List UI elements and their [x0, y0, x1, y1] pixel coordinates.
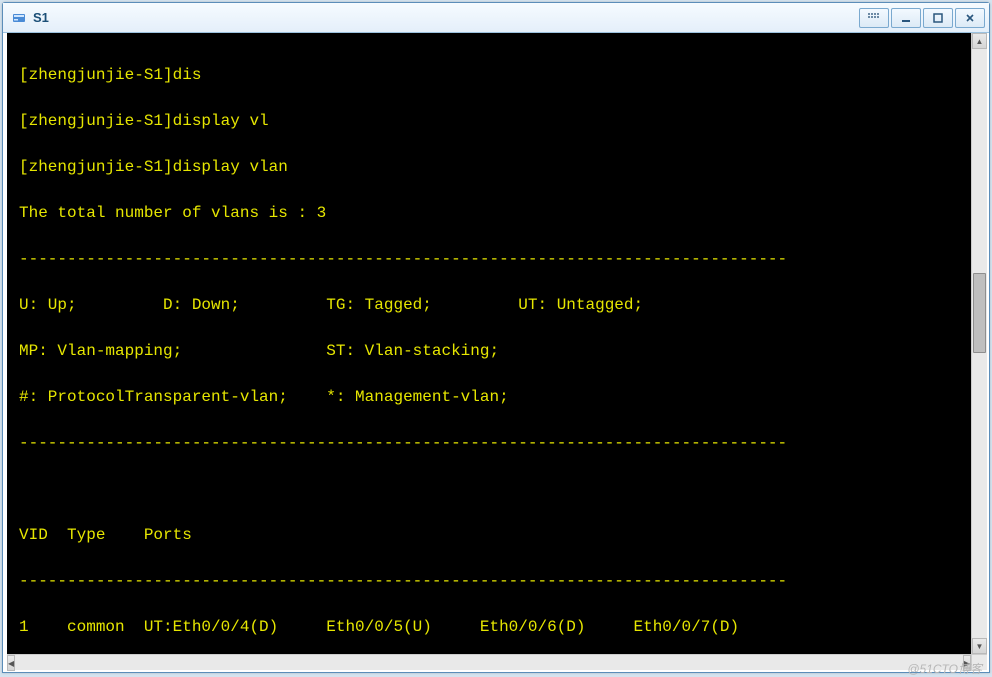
window-title: S1	[33, 10, 859, 25]
content-area: [zhengjunjie-S1]dis [zhengjunjie-S1]disp…	[3, 33, 989, 672]
scroll-right-button[interactable]: ▶	[963, 655, 971, 671]
scroll-down-button[interactable]: ▼	[972, 638, 987, 654]
scroll-up-button[interactable]: ▲	[972, 33, 987, 49]
minimize-button[interactable]	[891, 8, 921, 28]
options-button[interactable]	[859, 8, 889, 28]
cli-line: [zhengjunjie-S1]dis	[19, 64, 963, 87]
titlebar[interactable]: S1	[3, 3, 989, 33]
table-header: VID Type Ports	[19, 524, 963, 547]
legend-line: #: ProtocolTransparent-vlan; *: Manageme…	[19, 386, 963, 409]
close-button[interactable]	[955, 8, 985, 28]
scroll-track[interactable]	[972, 49, 987, 638]
scrollbar-corner	[971, 654, 987, 670]
divider-line: ----------------------------------------…	[19, 432, 963, 455]
app-window: S1 [zhengjunjie-S1]dis [zhengjunjie-S1]d…	[2, 2, 990, 673]
maximize-button[interactable]	[923, 8, 953, 28]
cli-line: The total number of vlans is : 3	[19, 202, 963, 225]
blank-line	[19, 478, 963, 501]
terminal-output[interactable]: [zhengjunjie-S1]dis [zhengjunjie-S1]disp…	[7, 33, 971, 654]
divider-line: ----------------------------------------…	[19, 570, 963, 593]
legend-line: MP: Vlan-mapping; ST: Vlan-stacking;	[19, 340, 963, 363]
scroll-thumb[interactable]	[973, 273, 986, 353]
scroll-track[interactable]	[15, 655, 963, 670]
window-controls	[859, 8, 985, 28]
table-row: 1 common UT:Eth0/0/4(D) Eth0/0/5(U) Eth0…	[19, 616, 963, 639]
scroll-left-button[interactable]: ◀	[7, 655, 15, 671]
cli-line: [zhengjunjie-S1]display vlan	[19, 156, 963, 179]
divider-line: ----------------------------------------…	[19, 248, 963, 271]
app-icon	[11, 10, 27, 26]
vertical-scrollbar[interactable]: ▲ ▼	[971, 33, 987, 654]
cli-line: [zhengjunjie-S1]display vl	[19, 110, 963, 133]
legend-line: U: Up; D: Down; TG: Tagged; UT: Untagged…	[19, 294, 963, 317]
horizontal-scrollbar[interactable]: ◀ ▶	[7, 654, 971, 670]
